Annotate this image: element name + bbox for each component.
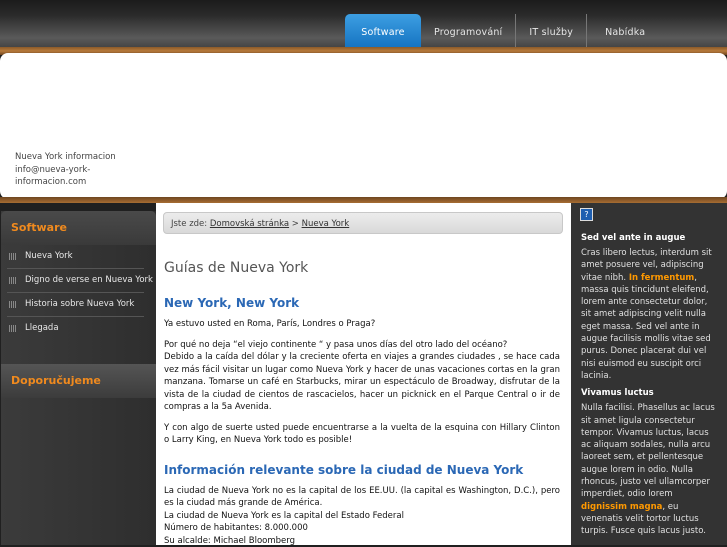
paragraph-line: La ciudad de Nueva York no es la capital… [164, 486, 560, 509]
left-sidebar: Software Nueva York Digno de verse en Nu… [1, 211, 156, 545]
paragraph-line: Número de habitantes: 8.000.000 [164, 523, 308, 533]
right-block-title: Sed vel ante in augue [581, 233, 717, 243]
right-block-title: Vivamus luctus [581, 388, 717, 398]
paragraph-line: Debido a la caída del dólar y la crecien… [164, 352, 560, 412]
bullet-icon [9, 301, 16, 308]
page-title: Guías de Nueva York [164, 260, 560, 276]
bullet-icon [9, 277, 16, 284]
site-contact: Nueva York informacion info@nueva-york-i… [15, 151, 125, 189]
paragraph-line: Su alcalde: Michael Bloomberg [164, 536, 295, 546]
sidebar-heading: Software [1, 211, 156, 245]
main-content: Jste zde: Domovská stránka > Nueva York … [156, 203, 571, 545]
nav-it-sluzby[interactable]: IT služby [516, 14, 587, 47]
paragraph: Y con algo de suerte usted puede encuent… [164, 422, 560, 447]
highlight-text: In fermentum [629, 273, 694, 283]
sidebar-item-nueva-york[interactable]: Nueva York [7, 245, 144, 269]
sidebar-item-label: Historia sobre Nueva York [25, 299, 134, 309]
top-bar: Software Programování IT služby Nabídka [0, 0, 727, 47]
recommend-heading: Doporučujeme [1, 364, 156, 398]
paragraph: La ciudad de Nueva York no es la capital… [164, 485, 560, 547]
right-block-text: Nulla facilisi. Phasellus ac lacus sit a… [581, 402, 717, 537]
article: Guías de Nueva York New York, New York Y… [164, 260, 560, 547]
site-name: Nueva York informacion [15, 151, 125, 164]
paragraph: Ya estuvo usted en Roma, París, Londres … [164, 318, 560, 331]
breadcrumb-prefix: Jste zde: [171, 219, 207, 229]
sidebar-item-historia[interactable]: Historia sobre Nueva York [7, 293, 144, 317]
nav-software[interactable]: Software [345, 14, 421, 47]
sidebar-item-label: Nueva York [25, 251, 73, 261]
breadcrumb-home-link[interactable]: Domovská stránka [210, 219, 289, 229]
breadcrumb: Jste zde: Domovská stránka > Nueva York [163, 212, 563, 234]
paragraph-line: La ciudad de Nueva York es la capital de… [164, 511, 404, 521]
right-sidebar: ? Sed vel ante in augue Cras libero lect… [571, 203, 727, 545]
text-segment: Nulla facilisi. Phasellus ac lacus sit a… [581, 403, 715, 499]
bullet-icon [9, 253, 16, 260]
highlight-text: dignissim magna [581, 502, 662, 512]
nav-nabidka[interactable]: Nabídka [587, 14, 658, 47]
sidebar-item-label: Digno de verse en Nueva York [25, 275, 153, 285]
breadcrumb-current-link[interactable]: Nueva York [302, 219, 350, 229]
site-email[interactable]: info@nueva-york-informacion.com [15, 164, 125, 189]
header-panel: Nueva York informacion info@nueva-york-i… [0, 53, 727, 199]
right-block-text: Cras libero lectus, interdum sit amet po… [581, 247, 717, 382]
sidebar-item-llegada[interactable]: Llegada [7, 317, 144, 340]
paragraph-line: Por qué no deja “el viejo continente “ y… [164, 340, 507, 350]
sidebar-item-digno[interactable]: Digno de verse en Nueva York [7, 269, 144, 293]
sidebar-item-label: Llegada [25, 323, 59, 333]
nav-programovani[interactable]: Programování [421, 14, 516, 47]
main-nav: Software Programování IT služby Nabídka [345, 14, 658, 47]
help-icon[interactable]: ? [580, 208, 593, 221]
section-heading-informacion: Información relevante sobre la ciudad de… [164, 463, 560, 477]
breadcrumb-separator: > [292, 219, 299, 229]
right-sidebar-body: Sed vel ante in augue Cras libero lectus… [581, 233, 717, 544]
paragraph: Por qué no deja “el viejo continente “ y… [164, 339, 560, 414]
text-segment: , massa quis tincidunt eleifend, lorem a… [581, 273, 711, 381]
bullet-icon [9, 325, 16, 332]
section-heading-new-york: New York, New York [164, 296, 560, 310]
